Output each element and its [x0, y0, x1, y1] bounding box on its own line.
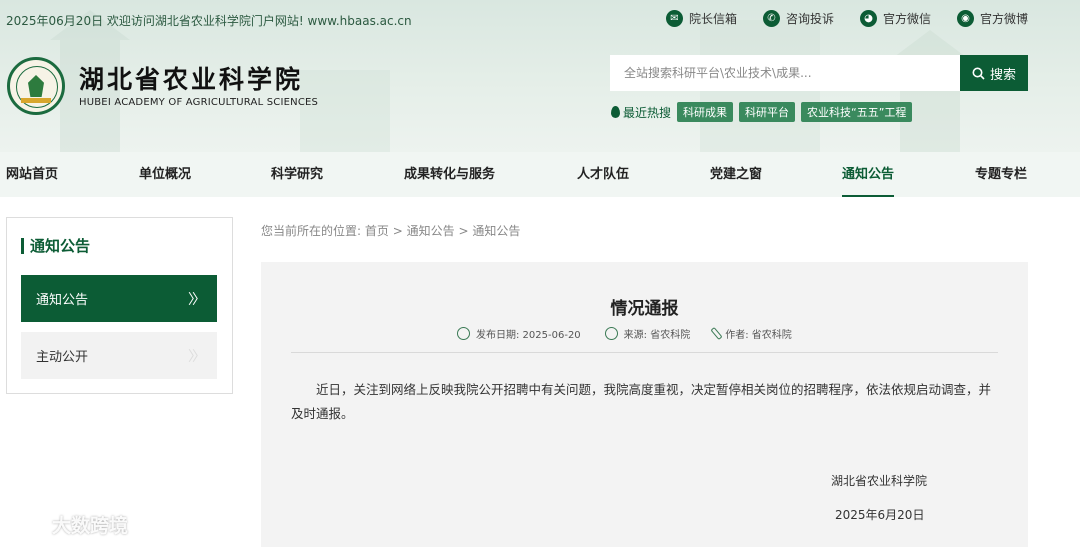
- nav-talent[interactable]: 人才队伍: [577, 152, 629, 197]
- nav-research[interactable]: 科学研究: [271, 152, 323, 197]
- flame-icon: [611, 106, 620, 118]
- hot-search: 最近热搜 科研成果 科研平台 农业科技“五五”工程: [611, 102, 913, 122]
- hot-tag-five-five-project[interactable]: 农业科技“五五”工程: [801, 102, 913, 122]
- wechat-icon: ◕: [859, 10, 877, 27]
- wechat-link[interactable]: ◕ 官方微信: [859, 10, 931, 27]
- article: 情况通报 发布日期: 2025-06-20 来源: 省农科院 作者: 省农科院 …: [261, 262, 1028, 547]
- publish-date-text: 发布日期: 2025-06-20: [476, 330, 581, 341]
- compass-icon: [604, 327, 618, 340]
- weibo-link[interactable]: ◉ 官方微博: [956, 10, 1028, 27]
- nav-home[interactable]: 网站首页: [6, 152, 58, 197]
- hot-tag-research-platform[interactable]: 科研平台: [739, 102, 796, 122]
- sidebar-title: 通知公告: [21, 238, 90, 254]
- sidebar: 通知公告 通知公告 〉〉 主动公开 〉〉: [6, 217, 233, 394]
- sidebar-item-disclosure[interactable]: 主动公开 〉〉: [21, 332, 217, 379]
- complaint-link[interactable]: ✆ 咨询投诉: [762, 10, 834, 27]
- watermark-text: 大数跨境: [52, 515, 129, 537]
- breadcrumb-level2[interactable]: 通知公告: [472, 224, 520, 238]
- search-button-label: 搜索: [989, 67, 1016, 83]
- mailbox-label: 院长信箱: [688, 12, 737, 26]
- clock-icon: [457, 327, 470, 340]
- mail-icon: ✉: [665, 10, 683, 27]
- welcome-text: 2025年06月20日 欢迎访问湖北省农业科学院门户网站! www.hbaas.…: [6, 14, 412, 28]
- nav-party[interactable]: 党建之窗: [710, 152, 762, 197]
- search-button[interactable]: 搜索: [960, 55, 1028, 91]
- weibo-label: 官方微博: [979, 12, 1028, 26]
- complaint-label: 咨询投诉: [785, 12, 834, 26]
- site-search: 搜索: [610, 55, 1028, 91]
- article-author: 作者: 省农科院: [710, 326, 792, 341]
- article-author-text: 作者: 省农科院: [725, 330, 792, 341]
- sidebar-item-notices[interactable]: 通知公告 〉〉: [21, 275, 217, 322]
- top-links: ✉ 院长信箱 ✆ 咨询投诉 ◕ 官方微信 ◉ 官方微博: [665, 10, 1028, 27]
- hot-tag-research-results[interactable]: 科研成果: [677, 102, 734, 122]
- hot-search-label: 最近热搜: [611, 104, 671, 121]
- article-source-text: 来源: 省农科院: [623, 330, 691, 341]
- nav-transfer-service[interactable]: 成果转化与服务: [404, 152, 495, 197]
- nav-special-column[interactable]: 专题专栏: [975, 152, 1027, 197]
- breadcrumb-prefix: 您当前所在的位置:: [261, 224, 362, 238]
- breadcrumb-separator: >: [392, 224, 403, 238]
- article-meta: 发布日期: 2025-06-20 来源: 省农科院 作者: 省农科院: [457, 326, 792, 341]
- article-source: 来源: 省农科院: [604, 326, 691, 341]
- nav-notices[interactable]: 通知公告: [842, 152, 895, 197]
- search-input[interactable]: [610, 55, 960, 91]
- double-chevron-right-icon: 〉〉: [188, 348, 206, 365]
- org-name-cn: 湖北省农业科学院: [79, 64, 304, 94]
- seal-tower-icon: [28, 75, 44, 97]
- watermark-logo-icon: [8, 512, 48, 537]
- org-name-en: HUBEI ACADEMY OF AGRICULTURAL SCIENCES: [79, 96, 319, 108]
- site-header: 2025年06月20日 欢迎访问湖北省农业科学院门户网站! www.hbaas.…: [0, 0, 1080, 152]
- article-signature: 湖北省农业科学院: [831, 474, 928, 488]
- breadcrumb: 您当前所在的位置: 首页 > 通知公告 > 通知公告: [261, 222, 520, 239]
- breadcrumb-level1[interactable]: 通知公告: [407, 224, 455, 238]
- double-chevron-right-icon: 〉〉: [188, 291, 206, 308]
- seal-band: [21, 98, 51, 103]
- mailbox-link[interactable]: ✉ 院长信箱: [665, 10, 737, 27]
- weibo-icon: ◉: [956, 10, 974, 27]
- sidebar-item-label: 主动公开: [36, 350, 89, 365]
- sidebar-item-label: 通知公告: [36, 293, 89, 308]
- breadcrumb-home[interactable]: 首页: [365, 224, 389, 238]
- academy-seal-icon: [7, 57, 65, 115]
- meta-divider: [291, 352, 998, 353]
- wechat-label: 官方微信: [882, 12, 931, 26]
- site-logo[interactable]: 湖北省农业科学院 HUBEI ACADEMY OF AGRICULTURAL S…: [7, 57, 318, 115]
- org-name: 湖北省农业科学院 HUBEI ACADEMY OF AGRICULTURAL S…: [79, 65, 318, 108]
- nav-overview[interactable]: 单位概况: [139, 152, 191, 197]
- main-nav: 网站首页 单位概况 科学研究 成果转化与服务 人才队伍 党建之窗 通知公告 专题…: [0, 152, 1080, 197]
- article-body: 近日，关注到网络上反映我院公开招聘中有关问题，我院高度重视，决定暂停相关岗位的招…: [291, 382, 992, 421]
- pen-icon: [710, 326, 723, 341]
- hot-search-text: 最近热搜: [623, 105, 672, 120]
- watermark: 大数跨境: [8, 511, 128, 538]
- breadcrumb-separator: >: [458, 224, 469, 238]
- search-icon: [972, 67, 985, 80]
- publish-date: 发布日期: 2025-06-20: [457, 326, 581, 341]
- article-date: 2025年6月20日: [835, 508, 925, 522]
- phone-icon: ✆: [762, 10, 780, 27]
- article-title: 情况通报: [610, 299, 679, 319]
